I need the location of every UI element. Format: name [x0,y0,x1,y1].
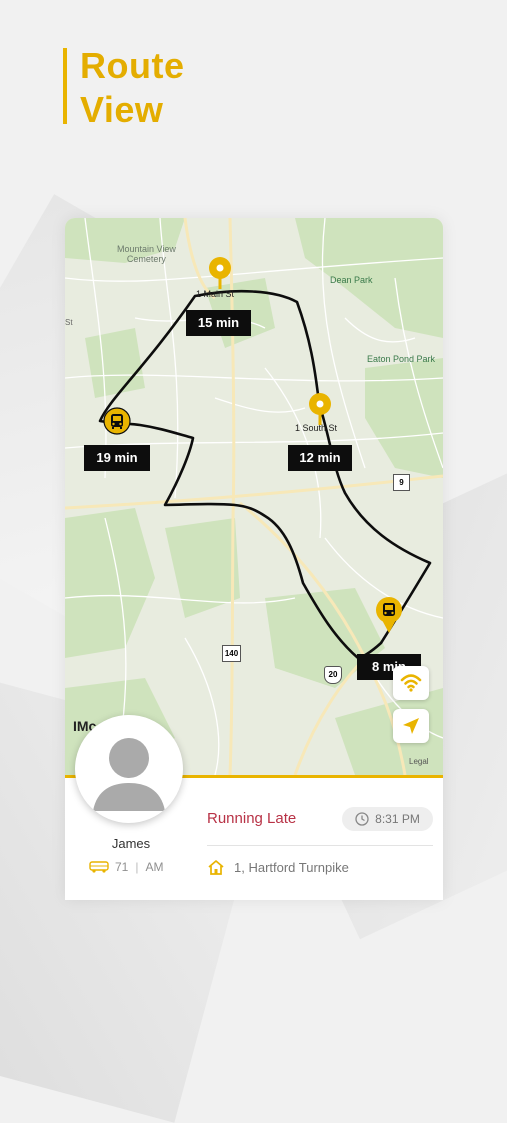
home-icon [208,860,224,875]
cemetery-label-line1: Mountain View [117,244,176,254]
heading-accent-bar [63,48,67,124]
stop-label: 1 South St [295,423,338,433]
address-text: 1, Hartford Turnpike [234,860,349,875]
locate-button[interactable] [393,709,429,743]
map-canvas [65,218,443,775]
road-shield: 20 [324,666,342,684]
time-value: 8:31 PM [375,812,420,826]
eta-tag: 19 min [84,445,150,471]
eta-tag: 15 min [186,310,251,336]
driver-route-info: 71 | AM [89,860,189,874]
phone-screen: Mountain View Cemetery Dean Park Eaton P… [65,218,443,900]
eaton-pond-park-label: Eaton Pond Park [367,354,436,364]
driver-name: James [111,836,151,851]
wifi-icon [400,674,422,692]
user-avatar-icon [93,738,165,811]
navigation-arrow-icon [403,718,419,734]
bus-icon[interactable] [103,407,131,435]
bus-icon[interactable] [375,596,403,634]
dean-park-label: Dean Park [330,275,373,285]
map-pin-icon[interactable] [308,392,332,426]
page-title-line2: View [80,89,164,130]
time-badge: 8:31 PM [342,807,433,831]
route-number: 71 [115,860,129,874]
shift-label: AM [145,860,164,874]
stop-label: 1 Main St [196,289,235,299]
clock-icon [355,812,369,826]
street-label-fragment: St [65,318,73,327]
panel-divider [207,845,433,846]
eta-tag: 12 min [288,445,352,471]
status-label: Running Late [207,810,297,827]
wifi-button[interactable] [393,666,429,700]
avatar[interactable] [75,715,183,823]
bus-small-icon [89,861,109,873]
road-shield: 9 [393,474,410,491]
road-shield: 140 [222,645,241,662]
cemetery-label: Mountain View Cemetery [117,244,176,264]
map-pin-icon[interactable] [208,256,232,290]
page-title-line1: Route [80,45,185,86]
legal-link[interactable]: Legal [409,757,429,766]
route-map[interactable]: Mountain View Cemetery Dean Park Eaton P… [65,218,443,775]
address-row: 1, Hartford Turnpike [207,859,349,876]
page-title: Route View [80,44,185,132]
cemetery-label-line2: Cemetery [126,254,166,264]
